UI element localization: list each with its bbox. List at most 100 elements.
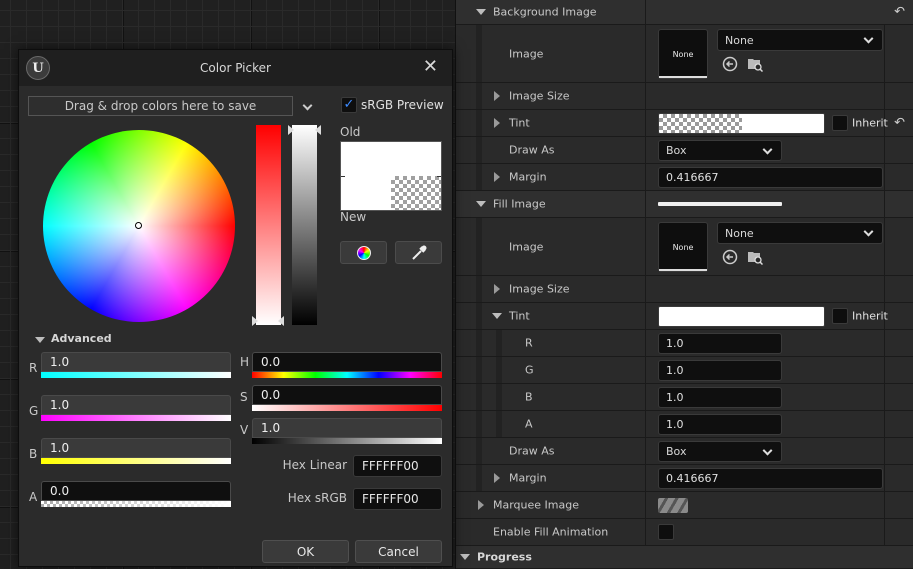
inherit-label: Inherit	[852, 116, 888, 130]
property-label: Marquee Image	[493, 498, 579, 512]
r-channel-gradient[interactable]	[41, 372, 231, 378]
h-channel-gradient[interactable]	[252, 372, 442, 378]
property-label: Image Size	[509, 89, 570, 103]
v-channel-gradient[interactable]	[252, 438, 442, 444]
image-asset-dropdown[interactable]: None	[717, 29, 883, 51]
image-thumbnail[interactable]: None	[658, 29, 708, 79]
row-fill-image: Image None None	[456, 218, 913, 276]
saturation-slider[interactable]	[256, 125, 281, 325]
g-channel-field[interactable]: 1.0	[41, 395, 231, 415]
inherit-checkbox[interactable]	[832, 115, 848, 131]
expand-icon[interactable]	[478, 500, 484, 510]
row-bg-image: Image None None	[456, 25, 913, 83]
browse-arrow-icon[interactable]	[722, 249, 738, 265]
browse-arrow-icon[interactable]	[722, 56, 738, 72]
hex-srgb-field[interactable]: FFFFFF00	[353, 488, 442, 510]
title-bar[interactable]: U Color Picker ✕	[19, 50, 452, 86]
section-label: Fill Image	[493, 197, 546, 211]
property-label: B	[525, 390, 533, 404]
tint-r-field[interactable]: 1.0	[658, 333, 782, 354]
collapse-icon[interactable]	[492, 313, 502, 319]
collapse-icon	[476, 9, 486, 15]
property-label: Image Size	[509, 282, 570, 296]
section-fill-image[interactable]: Fill Image	[456, 191, 913, 218]
saturation-marker-icon[interactable]	[252, 316, 258, 326]
property-label: Draw As	[509, 444, 555, 458]
row-fill-image-size[interactable]: Image Size	[456, 276, 913, 303]
channel-label-s: S	[240, 390, 248, 404]
a-channel-gradient[interactable]	[41, 501, 231, 507]
row-bg-image-size[interactable]: Image Size	[456, 83, 913, 110]
row-bg-tint: Tint Inherit ↶	[456, 110, 913, 137]
tint-b-field[interactable]: 1.0	[658, 387, 782, 408]
srgb-preview-label: sRGB Preview	[361, 98, 444, 112]
section-progress[interactable]: Progress	[456, 546, 913, 569]
value-marker-icon[interactable]	[315, 125, 321, 135]
find-in-browser-icon[interactable]	[747, 249, 763, 265]
row-tint-g: G 1.0	[456, 357, 913, 384]
section-background-image[interactable]: Background Image ↶	[456, 0, 913, 25]
channel-label-a: A	[29, 490, 38, 504]
collapse-icon	[476, 201, 486, 207]
margin-field[interactable]: 0.416667	[658, 468, 883, 489]
eyedropper-icon	[411, 245, 426, 260]
tint-a-field[interactable]: 1.0	[658, 414, 782, 435]
hex-linear-field[interactable]: FFFFFF00	[353, 455, 442, 477]
value-marker-icon[interactable]	[288, 125, 294, 135]
advanced-section-label[interactable]: Advanced	[51, 332, 112, 345]
property-label: Tint	[509, 309, 530, 323]
draw-as-dropdown[interactable]: Box	[658, 441, 782, 462]
tint-color-swatch[interactable]	[658, 113, 825, 134]
tint-g-field[interactable]: 1.0	[658, 360, 782, 381]
details-panel: Background Image ↶ Image None None Image…	[455, 0, 913, 569]
expand-icon[interactable]	[494, 118, 500, 128]
marquee-image-preview[interactable]	[658, 498, 688, 513]
property-label: Margin	[509, 471, 547, 485]
ok-button[interactable]: OK	[262, 540, 349, 563]
r-channel-field[interactable]: 1.0	[41, 352, 231, 372]
image-asset-dropdown[interactable]: None	[717, 222, 883, 244]
b-channel-field[interactable]: 1.0	[41, 438, 231, 458]
reset-to-default-icon[interactable]: ↶	[894, 116, 905, 131]
inherit-checkbox[interactable]	[832, 308, 848, 324]
property-label: R	[525, 336, 533, 350]
expand-icon[interactable]	[494, 473, 500, 483]
expand-icon[interactable]	[494, 172, 500, 182]
b-channel-gradient[interactable]	[41, 458, 231, 464]
eyedropper-button[interactable]	[395, 241, 442, 264]
enable-fill-animation-checkbox[interactable]	[658, 524, 674, 540]
color-wheel-selector[interactable]	[135, 222, 142, 229]
color-wheel-toggle-button[interactable]	[340, 241, 387, 264]
channel-label-b: B	[29, 447, 38, 461]
chevron-down-icon	[863, 33, 874, 44]
h-channel-field[interactable]: 0.0	[252, 352, 442, 372]
reset-to-default-icon[interactable]: ↶	[894, 5, 905, 20]
v-channel-field[interactable]: 1.0	[252, 418, 442, 438]
s-channel-gradient[interactable]	[252, 405, 442, 411]
collapse-icon[interactable]	[35, 337, 45, 343]
property-label: Image	[509, 240, 544, 253]
a-channel-field[interactable]: 0.0	[41, 481, 231, 501]
color-picker-dialog: U Color Picker ✕ Drag & drop colors here…	[18, 49, 453, 567]
margin-field[interactable]: 0.416667	[658, 167, 883, 188]
find-in-browser-icon[interactable]	[747, 56, 763, 72]
collapse-icon	[460, 554, 470, 560]
s-channel-field[interactable]: 0.0	[252, 385, 442, 405]
image-thumbnail[interactable]: None	[658, 222, 708, 272]
saturation-marker-icon[interactable]	[278, 316, 284, 326]
property-label: Draw As	[509, 143, 555, 157]
color-save-dropzone[interactable]: Drag & drop colors here to save	[28, 96, 293, 116]
chevron-down-icon[interactable]	[302, 100, 313, 111]
hex-srgb-label: Hex sRGB	[287, 491, 347, 505]
property-label: Image	[509, 47, 544, 60]
value-slider[interactable]	[292, 125, 317, 325]
expand-icon	[494, 91, 500, 101]
tint-color-swatch[interactable]	[658, 306, 825, 327]
row-fill-tint: Tint Inherit	[456, 303, 913, 330]
cancel-button[interactable]: Cancel	[355, 540, 442, 563]
row-tint-a: A 1.0	[456, 411, 913, 438]
close-icon[interactable]: ✕	[423, 58, 438, 76]
g-channel-gradient[interactable]	[41, 415, 231, 421]
draw-as-dropdown[interactable]: Box	[658, 140, 782, 161]
srgb-preview-checkbox[interactable]: ✓	[341, 97, 357, 113]
